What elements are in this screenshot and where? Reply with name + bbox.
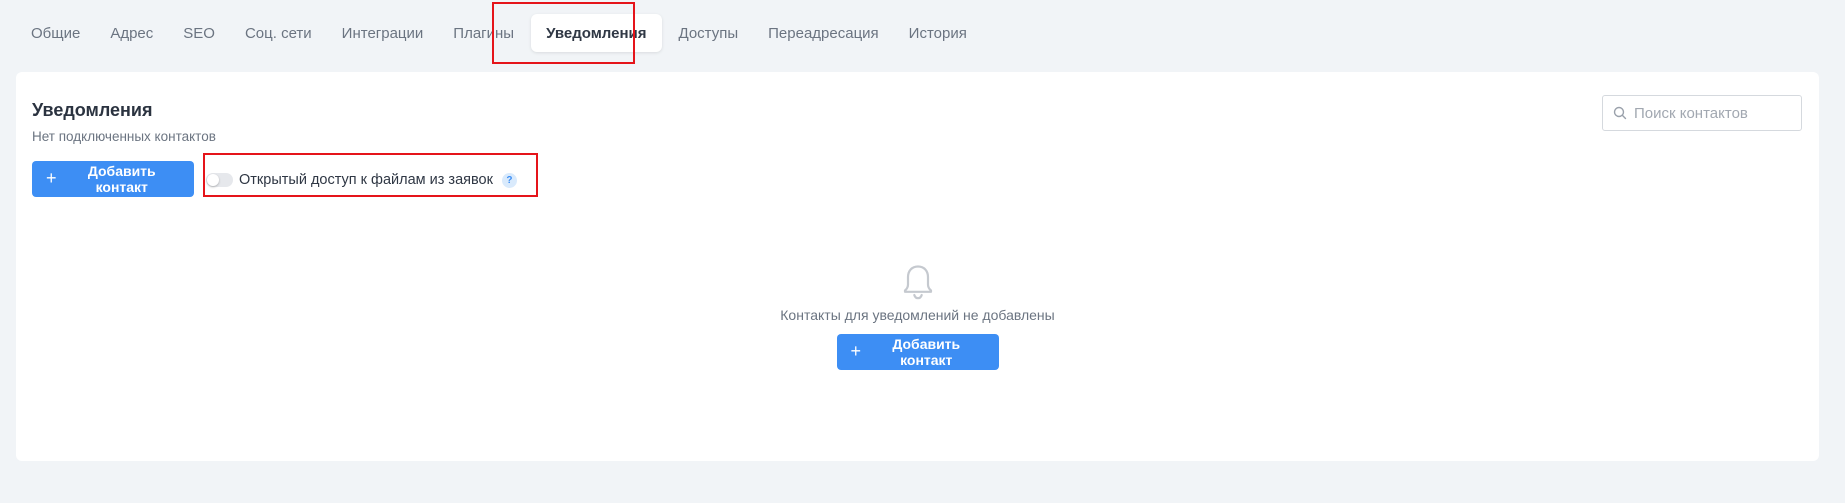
- search-icon: [1613, 106, 1627, 120]
- tab-plugins[interactable]: Плагины: [438, 14, 529, 52]
- toggle-knob: [207, 174, 219, 186]
- tab-notifications[interactable]: Уведомления: [531, 14, 662, 52]
- tab-history[interactable]: История: [894, 14, 982, 52]
- add-contact-button-center[interactable]: + Добавить контакт: [836, 334, 999, 370]
- notifications-card: Уведомления Нет подключенных контактов +…: [16, 72, 1819, 461]
- open-file-access-row: Открытый доступ к файлам из заявок ?: [206, 169, 517, 191]
- empty-state: Контакты для уведомлений не добавлены + …: [16, 262, 1819, 370]
- tab-seo[interactable]: SEO: [168, 14, 230, 52]
- tab-redirect[interactable]: Переадресация: [753, 14, 894, 52]
- search-input[interactable]: [1634, 104, 1794, 122]
- open-file-access-label: Открытый доступ к файлам из заявок: [239, 172, 493, 188]
- card-subtitle: Нет подключенных контактов: [32, 129, 216, 144]
- add-contact-button-label: Добавить контакт: [87, 163, 156, 195]
- tab-address[interactable]: Адрес: [95, 14, 168, 52]
- tab-general[interactable]: Общие: [16, 14, 95, 52]
- bell-icon: [903, 265, 932, 300]
- add-contact-button-center-label: Добавить контакт: [892, 336, 961, 368]
- settings-tabs: Общие Адрес SEO Соц. сети Интеграции Пла…: [16, 14, 982, 52]
- question-icon[interactable]: ?: [501, 172, 517, 188]
- tab-social[interactable]: Соц. сети: [230, 14, 327, 52]
- empty-state-text: Контакты для уведомлений не добавлены: [780, 307, 1055, 323]
- plus-icon: +: [46, 168, 57, 188]
- tab-access[interactable]: Доступы: [664, 14, 754, 52]
- plus-icon: +: [850, 341, 862, 361]
- open-file-access-toggle[interactable]: [206, 173, 233, 187]
- tab-integrations[interactable]: Интеграции: [327, 14, 439, 52]
- card-title: Уведомления: [32, 100, 153, 120]
- contact-search: [1602, 95, 1802, 131]
- add-contact-button[interactable]: + Добавить контакт: [32, 161, 194, 197]
